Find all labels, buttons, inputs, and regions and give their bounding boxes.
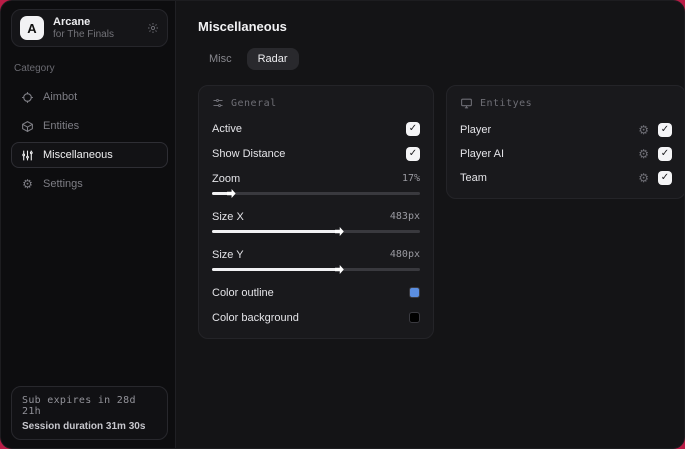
sub-expires-text: Sub expires in 28d 21h	[22, 395, 136, 417]
subscription-card: Sub expires in 28d 21h Session duration …	[11, 386, 168, 440]
sidebar-item-entities[interactable]: Entities	[11, 113, 168, 139]
show-distance-checkbox[interactable]: ✓	[406, 146, 420, 161]
player-ai-settings-gear-icon[interactable]: ⚙	[638, 148, 649, 160]
sidebar-item-label: Entities	[43, 120, 80, 132]
app-window: A Arcane for The Finals Category Aimbot …	[0, 0, 685, 449]
session-duration-text: Session duration 31m 30s	[22, 421, 146, 432]
row-active: Active ✓	[212, 121, 420, 136]
row-size-y: Size Y 480px	[212, 248, 420, 261]
size-x-slider-thumb[interactable]	[334, 227, 344, 236]
size-y-value: 480px	[389, 249, 420, 260]
crosshair-icon	[21, 91, 34, 104]
monitor-icon	[460, 97, 473, 110]
sliders-icon	[21, 149, 34, 162]
sidebar-item-aimbot[interactable]: Aimbot	[11, 84, 168, 110]
category-label: Category	[14, 63, 55, 74]
app-logo: A	[20, 16, 44, 40]
gear-icon: ⚙	[22, 177, 33, 191]
row-player: Player ⚙ ✓	[460, 122, 672, 137]
app-subtitle: for The Finals	[53, 28, 114, 40]
zoom-value: 17%	[401, 173, 420, 184]
size-y-slider-thumb[interactable]	[334, 265, 344, 274]
brand-card: A Arcane for The Finals	[11, 9, 168, 47]
sidebar-item-label: Settings	[43, 178, 83, 190]
general-panel: General Active ✓ Show Distance ✓ Zoom 17…	[198, 85, 434, 339]
row-player-ai: Player AI ⚙ ✓	[460, 146, 672, 161]
zoom-slider-thumb[interactable]	[226, 189, 236, 198]
sliders-horizontal-icon	[212, 97, 224, 109]
zoom-slider[interactable]	[212, 188, 420, 198]
team-settings-gear-icon[interactable]: ⚙	[638, 172, 649, 184]
row-color-background: Color background	[212, 310, 420, 325]
app-name: Arcane	[53, 15, 91, 28]
entities-panel-title: Entityes	[480, 98, 533, 109]
cube-icon	[21, 120, 34, 133]
tab-bar: Misc Radar	[198, 48, 684, 70]
team-checkbox[interactable]: ✓	[658, 170, 672, 185]
sidebar: A Arcane for The Finals Category Aimbot …	[1, 1, 176, 448]
row-show-distance: Show Distance ✓	[212, 146, 420, 161]
row-size-x: Size X 483px	[212, 210, 420, 223]
sidebar-item-miscellaneous[interactable]: Miscellaneous	[11, 142, 168, 168]
player-ai-checkbox[interactable]: ✓	[658, 146, 672, 161]
row-color-outline: Color outline	[212, 285, 420, 300]
active-checkbox[interactable]: ✓	[406, 121, 420, 136]
sidebar-item-label: Miscellaneous	[43, 149, 113, 161]
size-x-slider[interactable]	[212, 226, 420, 236]
sidebar-nav: Aimbot Entities Miscellaneous ⚙ Settings	[11, 84, 168, 197]
player-settings-gear-icon[interactable]: ⚙	[638, 124, 649, 136]
general-panel-title: General	[231, 97, 277, 109]
sidebar-item-label: Aimbot	[43, 91, 78, 103]
brand-gear-icon[interactable]	[147, 22, 159, 34]
size-y-slider[interactable]	[212, 264, 420, 274]
page-title: Miscellaneous	[198, 19, 287, 34]
entities-panel: Entityes Player ⚙ ✓ Player AI ⚙ ✓ Team ⚙…	[446, 85, 684, 199]
color-outline-swatch[interactable]	[409, 287, 420, 298]
tab-misc[interactable]: Misc	[198, 48, 243, 70]
main-content: Miscellaneous Misc Radar General Active …	[176, 1, 684, 448]
size-x-value: 483px	[389, 211, 420, 222]
row-zoom: Zoom 17%	[212, 172, 420, 185]
player-checkbox[interactable]: ✓	[658, 122, 672, 137]
tab-radar[interactable]: Radar	[246, 48, 299, 70]
sidebar-item-settings[interactable]: ⚙ Settings	[11, 171, 168, 197]
row-team: Team ⚙ ✓	[460, 170, 672, 185]
color-background-swatch[interactable]	[409, 312, 420, 323]
